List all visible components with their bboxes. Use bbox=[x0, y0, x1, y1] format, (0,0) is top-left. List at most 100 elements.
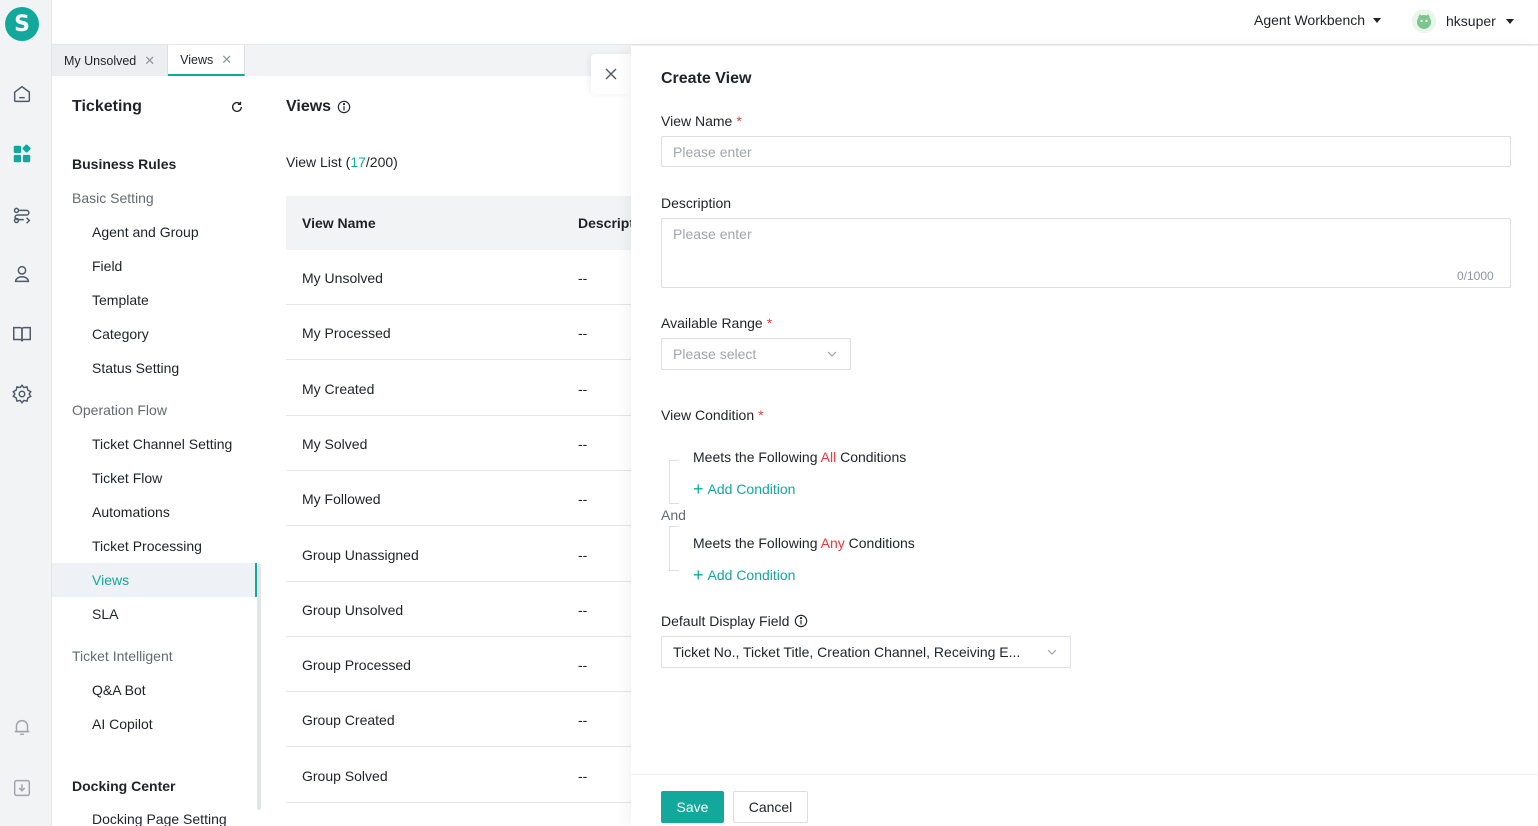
add-any-condition-button[interactable]: + Add Condition bbox=[693, 565, 796, 585]
condition-bracket bbox=[669, 526, 670, 571]
row-view-name: Group Solved bbox=[302, 768, 388, 784]
select-placeholder: Please select bbox=[673, 346, 757, 362]
row-description: -- bbox=[578, 325, 588, 341]
save-button[interactable]: Save bbox=[661, 791, 724, 823]
view-name-input[interactable] bbox=[661, 136, 1511, 167]
view-condition-label: View Condition * bbox=[661, 407, 764, 423]
row-description: -- bbox=[578, 712, 588, 728]
row-view-name: My Created bbox=[302, 381, 375, 397]
available-range-select[interactable]: Please select bbox=[661, 338, 851, 370]
label-text: Available Range bbox=[661, 315, 763, 331]
row-view-name: Group Unassigned bbox=[302, 547, 419, 563]
table-row[interactable]: My Solved -- bbox=[286, 416, 632, 471]
add-all-condition-button[interactable]: + Add Condition bbox=[693, 479, 796, 499]
description-textarea[interactable] bbox=[661, 218, 1511, 288]
cancel-button[interactable]: Cancel bbox=[733, 791, 808, 823]
sidebar-item-docking-page-setting[interactable]: Docking Page Setting bbox=[52, 802, 257, 826]
close-drawer-button[interactable] bbox=[591, 54, 631, 94]
count-total: /200) bbox=[365, 154, 398, 170]
top-bar: Agent Workbench hksuper bbox=[52, 0, 1538, 45]
sidebar-title: Ticketing bbox=[72, 98, 142, 115]
table-row[interactable]: My Processed -- bbox=[286, 305, 632, 360]
row-view-name: Group Processed bbox=[302, 657, 411, 673]
plus-icon: + bbox=[693, 479, 704, 499]
row-view-name: My Followed bbox=[302, 491, 381, 507]
refresh-icon[interactable] bbox=[230, 100, 244, 117]
table-row[interactable]: My Unsolved -- bbox=[286, 250, 632, 305]
row-description: -- bbox=[578, 381, 588, 397]
table-row[interactable]: Group Processed -- bbox=[286, 637, 632, 692]
any-conditions-heading: Meets the Following Any Conditions bbox=[693, 535, 915, 551]
sidebar-item-category[interactable]: Category bbox=[52, 317, 257, 351]
heading-keyword: Any bbox=[820, 535, 845, 551]
sidebar-item-qa-bot[interactable]: Q&A Bot bbox=[52, 673, 257, 707]
view-name-label: View Name * bbox=[661, 113, 742, 129]
workbench-dropdown[interactable]: Agent Workbench bbox=[1254, 12, 1382, 28]
app-logo[interactable]: S bbox=[5, 7, 39, 41]
flow-icon[interactable] bbox=[10, 203, 34, 227]
table-row[interactable]: Group Unassigned -- bbox=[286, 527, 632, 582]
sidebar-item-field[interactable]: Field bbox=[52, 249, 257, 283]
table-row[interactable]: Group Solved -- bbox=[286, 748, 632, 803]
sidebar-item-agent-and-group[interactable]: Agent and Group bbox=[52, 215, 257, 249]
sidebar-scrollbar[interactable] bbox=[257, 564, 261, 810]
sidebar-group-ticket-intelligent: Ticket Intelligent bbox=[72, 648, 173, 664]
chevron-down-icon bbox=[827, 351, 837, 357]
page-title: Views bbox=[286, 98, 351, 116]
notification-bell-icon[interactable] bbox=[10, 715, 34, 739]
table-row[interactable]: Group Created -- bbox=[286, 692, 632, 747]
default-display-field-label: Default Display Field bbox=[661, 613, 808, 629]
row-description: -- bbox=[578, 602, 588, 618]
settings-gear-icon[interactable] bbox=[10, 382, 34, 406]
info-icon[interactable] bbox=[794, 614, 808, 628]
sidebar-item-status-setting[interactable]: Status Setting bbox=[52, 351, 257, 385]
sidebar-item-automations[interactable]: Automations bbox=[52, 495, 257, 529]
count-prefix: View List ( bbox=[286, 154, 351, 170]
table-row[interactable]: Group Unsolved -- bbox=[286, 582, 632, 637]
row-description: -- bbox=[578, 270, 588, 286]
settings-sidebar: Ticketing Business Rules Basic Setting A… bbox=[52, 76, 262, 826]
add-condition-label: Add Condition bbox=[707, 567, 796, 583]
description-label: Description bbox=[661, 195, 732, 211]
heading-suffix: Conditions bbox=[844, 535, 915, 551]
condition-bracket-tick bbox=[669, 526, 679, 527]
close-tab-icon[interactable]: ✕ bbox=[144, 53, 155, 69]
row-description: -- bbox=[578, 436, 588, 452]
column-header-view-name: View Name bbox=[302, 215, 376, 231]
selected-fields: Ticket No., Ticket Title, Creation Chann… bbox=[673, 644, 1021, 660]
sidebar-item-sla[interactable]: SLA bbox=[52, 597, 257, 631]
apps-icon[interactable] bbox=[10, 142, 34, 166]
row-view-name: My Solved bbox=[302, 436, 368, 452]
table-row[interactable]: My Followed -- bbox=[286, 471, 632, 526]
condition-bracket-tick bbox=[669, 570, 679, 571]
sidebar-item-ticket-channel-setting[interactable]: Ticket Channel Setting bbox=[52, 427, 257, 461]
tab-views[interactable]: Views ✕ bbox=[168, 45, 246, 76]
table-row[interactable]: My Created -- bbox=[286, 361, 632, 416]
condition-bracket bbox=[669, 460, 670, 504]
table-header: View Name Descripti bbox=[286, 196, 632, 250]
sidebar-group-basic-setting: Basic Setting bbox=[72, 190, 154, 206]
nav-rail: S bbox=[0, 0, 52, 826]
user-name: hksuper bbox=[1446, 13, 1496, 29]
row-description: -- bbox=[578, 547, 588, 563]
sidebar-item-ticket-processing[interactable]: Ticket Processing bbox=[52, 529, 257, 563]
sidebar-section-docking-center: Docking Center bbox=[72, 778, 176, 794]
default-display-field-select[interactable]: Ticket No., Ticket Title, Creation Chann… bbox=[661, 636, 1071, 668]
info-icon[interactable] bbox=[337, 100, 351, 114]
sidebar-item-ticket-flow[interactable]: Ticket Flow bbox=[52, 461, 257, 495]
add-condition-label: Add Condition bbox=[707, 481, 796, 497]
contacts-icon[interactable] bbox=[10, 262, 34, 286]
count-current: 17 bbox=[350, 154, 366, 170]
close-tab-icon[interactable]: ✕ bbox=[221, 52, 232, 68]
sidebar-item-template[interactable]: Template bbox=[52, 283, 257, 317]
user-menu[interactable]: hksuper bbox=[1412, 9, 1514, 33]
home-icon[interactable] bbox=[10, 82, 34, 106]
required-mark: * bbox=[736, 113, 742, 129]
tab-my-unsolved[interactable]: My Unsolved ✕ bbox=[52, 45, 169, 76]
download-icon[interactable] bbox=[10, 776, 34, 800]
plus-icon: + bbox=[693, 565, 704, 585]
sidebar-item-ai-copilot[interactable]: AI Copilot bbox=[52, 707, 257, 741]
condition-bracket-tick bbox=[669, 460, 679, 461]
knowledge-book-icon[interactable] bbox=[10, 322, 34, 346]
sidebar-item-views[interactable]: Views bbox=[52, 563, 257, 597]
